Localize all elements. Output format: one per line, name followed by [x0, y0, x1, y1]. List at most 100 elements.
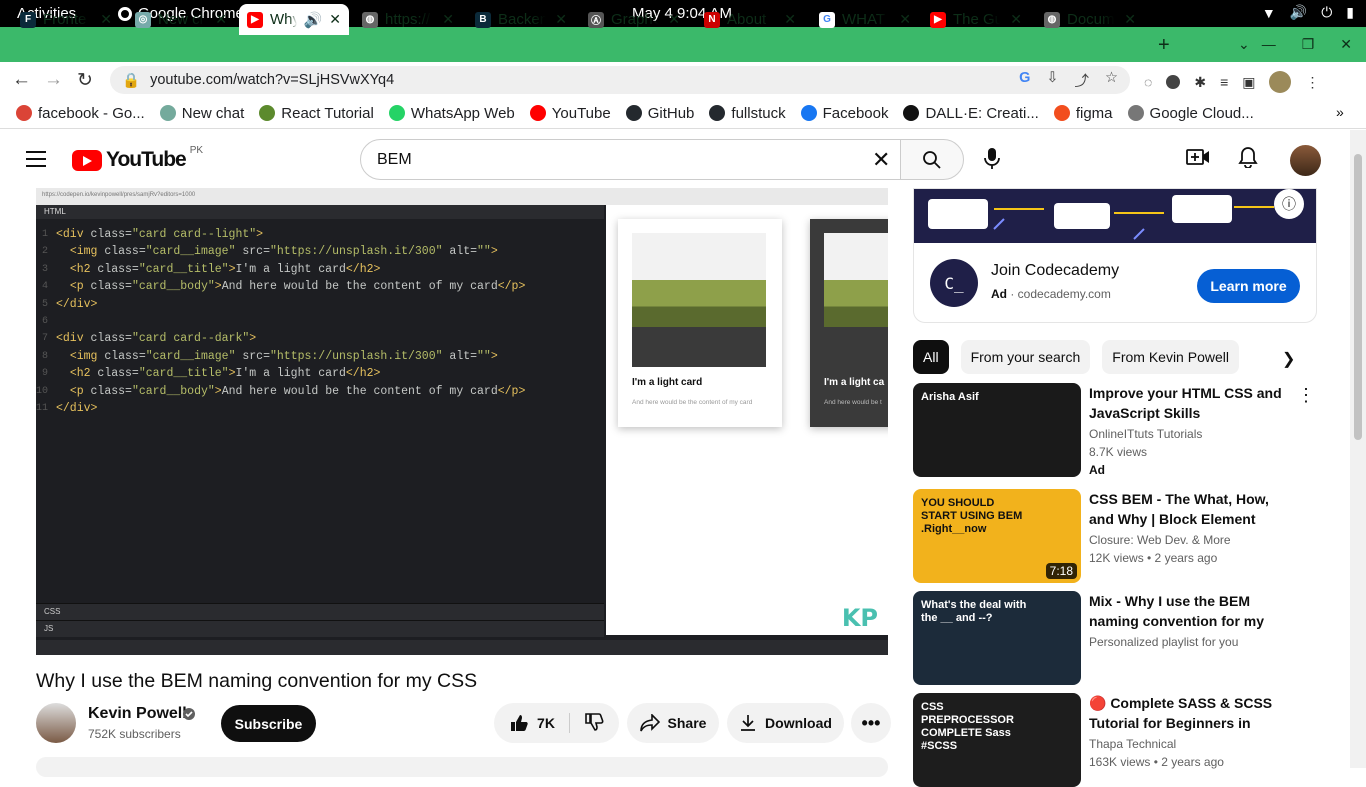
minimize-icon[interactable]: — — [1262, 36, 1276, 53]
subscribe-button[interactable]: Subscribe — [221, 705, 316, 742]
close-tab-icon[interactable]: ✕ — [215, 11, 227, 28]
back-icon[interactable]: ← — [12, 69, 31, 91]
clear-search-icon[interactable]: ✕ — [872, 147, 890, 173]
close-tab-icon[interactable]: ✕ — [442, 11, 454, 28]
bookmark-item[interactable]: WhatsApp Web — [388, 105, 515, 122]
side-panel-icon[interactable]: ▣ — [1242, 74, 1255, 91]
page-scrollbar[interactable] — [1350, 130, 1366, 768]
close-tab-icon[interactable]: ✕ — [329, 11, 341, 28]
video-player[interactable]: https://codepen.io/kevinpowell/pres/samj… — [36, 188, 888, 655]
new-tab-button[interactable]: + — [1158, 34, 1170, 57]
audio-playing-icon[interactable]: 🔊 — [304, 11, 323, 29]
share-icon[interactable]: ⤴ — [1075, 70, 1090, 91]
bookmark-item[interactable]: Google Cloud... — [1127, 105, 1254, 122]
share-button[interactable]: Share — [627, 703, 719, 743]
dislike-button[interactable] — [578, 712, 604, 735]
recommendation-title[interactable]: CSS BEM - The What, How, and Why | Block… — [1089, 489, 1289, 529]
like-button[interactable]: 7K — [509, 713, 570, 733]
tab-search-icon[interactable]: ⌄ — [1238, 36, 1250, 53]
tab-0[interactable]: F Fronte ✕ — [12, 4, 120, 35]
profile-avatar[interactable] — [1269, 71, 1292, 93]
chevron-right-icon[interactable]: ❯ — [1282, 349, 1295, 369]
channel-avatar[interactable] — [36, 703, 76, 743]
youtube-logo[interactable]: YouTube PK — [72, 145, 203, 172]
close-tab-icon[interactable]: ✕ — [555, 11, 567, 28]
bookmarks-overflow-icon[interactable]: » — [1336, 104, 1344, 120]
bookmark-item[interactable]: Facebook — [800, 105, 888, 122]
more-actions-button[interactable]: ••• — [851, 703, 891, 743]
notifications-icon[interactable] — [1238, 146, 1258, 168]
bookmark-item[interactable]: GitHub — [625, 105, 694, 122]
reload-icon[interactable]: ↻ — [77, 69, 93, 92]
menu-icon[interactable] — [26, 151, 46, 167]
recommendation-title[interactable]: Improve your HTML CSS and JavaScript Ski… — [1089, 383, 1289, 423]
recommendation-item[interactable]: CSS PREPROCESSOR COMPLETE Sass #SCSS 🔴 Co… — [913, 693, 1317, 787]
close-tab-icon[interactable]: ✕ — [668, 11, 680, 28]
close-tab-icon[interactable]: ✕ — [100, 11, 112, 28]
bookmark-star-icon[interactable]: ☆ — [1105, 70, 1118, 91]
google-lens-icon[interactable]: G — [1019, 70, 1030, 91]
forward-icon[interactable]: → — [44, 69, 63, 91]
recommendation-title[interactable]: 🔴 Complete SASS & SCSS Tutorial for Begi… — [1089, 693, 1289, 733]
search-query[interactable]: BEM — [377, 151, 412, 169]
channel-name[interactable]: Kevin Powell — [88, 705, 187, 723]
close-tab-icon[interactable]: ✕ — [899, 11, 911, 28]
install-icon[interactable]: ⇩ — [1046, 70, 1058, 91]
bookmark-item[interactable]: facebook - Go... — [16, 105, 145, 122]
chip-1[interactable]: From your search — [960, 340, 1091, 374]
codecademy-logo[interactable]: C_ — [930, 259, 978, 307]
create-video-icon[interactable] — [1186, 148, 1210, 166]
more-vertical-icon[interactable]: ⋮ — [1297, 385, 1315, 406]
ad-info-icon[interactable]: ⓘ — [1274, 189, 1304, 219]
tab-9[interactable]: ◍ Docum ✕ — [1036, 4, 1144, 35]
bookmark-item[interactable]: fullstuck — [709, 105, 786, 122]
video-thumbnail[interactable]: Arisha Asif — [913, 383, 1081, 477]
recommendation-item[interactable]: What's the deal with the __ and --? Mix -… — [913, 591, 1317, 685]
video-thumbnail[interactable]: CSS PREPROCESSOR COMPLETE Sass #SCSS — [913, 693, 1081, 787]
tab-4[interactable]: B Backen ✕ — [467, 4, 575, 35]
ad-banner[interactable]: ⓘ — [914, 189, 1316, 243]
close-tab-icon[interactable]: ✕ — [1010, 11, 1022, 28]
recommendation-channel[interactable]: OnlineITtuts Tutorials — [1089, 427, 1202, 441]
bookmark-item[interactable]: figma — [1053, 105, 1113, 122]
bookmark-item[interactable]: YouTube — [529, 105, 611, 122]
description-box[interactable] — [36, 757, 888, 777]
download-button[interactable]: Download — [727, 703, 844, 743]
account-avatar[interactable] — [1290, 145, 1321, 176]
close-tab-icon[interactable]: ✕ — [1124, 11, 1136, 28]
video-thumbnail[interactable]: What's the deal with the __ and --? — [913, 591, 1081, 685]
ad-card[interactable]: ⓘ C_ Join Codecademy Ad · codecademy.com… — [913, 188, 1317, 323]
scrollbar-thumb[interactable] — [1354, 154, 1362, 440]
tab-5[interactable]: Ⓐ GraphQ ✕ — [580, 4, 688, 35]
url-text[interactable]: youtube.com/watch?v=SLjHSVwXYq4 — [150, 72, 394, 88]
recommendation-item[interactable]: Arisha Asif Improve your HTML CSS and Jav… — [913, 383, 1317, 477]
puzzle-icon[interactable]: ✱ — [1194, 74, 1206, 91]
menu-kebab-icon[interactable]: ⋮ — [1305, 74, 1319, 91]
learn-more-button[interactable]: Learn more — [1197, 269, 1300, 303]
bookmark-item[interactable]: React Tutorial — [259, 105, 374, 122]
tab-2[interactable]: ▶ Why 🔊 ✕ — [239, 4, 349, 35]
recommendation-channel[interactable]: Thapa Technical — [1089, 737, 1176, 751]
recommendation-channel[interactable]: Personalized playlist for you — [1089, 635, 1238, 649]
search-button[interactable] — [900, 139, 964, 180]
media-icon[interactable]: ≡ — [1220, 74, 1228, 90]
close-window-icon[interactable]: ✕ — [1340, 36, 1352, 53]
search-input[interactable]: BEM — [360, 139, 901, 180]
chip-0[interactable]: All — [913, 340, 949, 374]
close-tab-icon[interactable]: ✕ — [784, 11, 796, 28]
recommendation-item[interactable]: YOU SHOULD START USING BEM .Right__now 7:… — [913, 489, 1317, 583]
tab-3[interactable]: ◍ https:// ✕ — [354, 4, 462, 35]
recommendation-channel[interactable]: Closure: Web Dev. & More — [1089, 533, 1231, 547]
voice-search-button[interactable] — [984, 148, 1000, 173]
recommendation-title[interactable]: Mix - Why I use the BEM naming conventio… — [1089, 591, 1289, 631]
tab-6[interactable]: N About ✕ — [696, 4, 804, 35]
extension-icon[interactable] — [1166, 75, 1181, 89]
tab-7[interactable]: G WHAT I ✕ — [811, 4, 919, 35]
site-info-icon[interactable]: 🔒 — [122, 72, 140, 89]
bookmark-item[interactable]: DALL·E: Creati... — [903, 105, 1039, 122]
maximize-icon[interactable]: ❐ — [1302, 36, 1315, 53]
tab-1[interactable]: ◎ New ch ✕ — [127, 4, 235, 35]
ad-title[interactable]: Join Codecademy — [991, 262, 1119, 280]
tab-8[interactable]: ▶ The Gu ✕ — [922, 4, 1030, 35]
video-thumbnail[interactable]: YOU SHOULD START USING BEM .Right__now 7:… — [913, 489, 1081, 583]
